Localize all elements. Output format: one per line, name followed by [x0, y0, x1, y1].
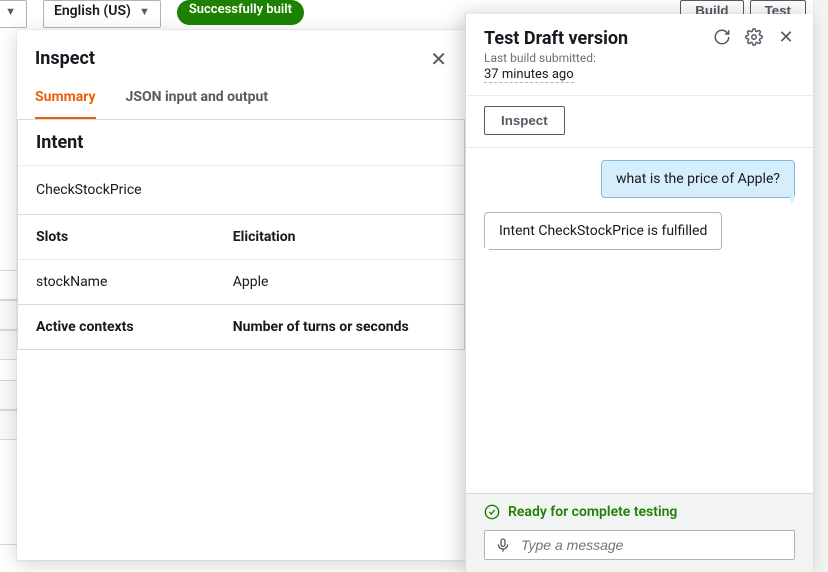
language-label: English (US) [54, 3, 131, 19]
chat-area: what is the price of Apple? Intent Check… [466, 147, 813, 493]
contexts-section: Active contexts Number of turns or secon… [17, 304, 465, 350]
tab-summary[interactable]: Summary [35, 79, 96, 119]
active-contexts-header: Active contexts [36, 319, 233, 335]
chevron-down-icon: ▼ [5, 5, 16, 18]
slot-name: stockName [36, 274, 233, 290]
close-icon[interactable]: ✕ [430, 49, 447, 69]
inspect-button[interactable]: Inspect [484, 106, 565, 135]
close-icon[interactable]: ✕ [777, 28, 795, 46]
test-title: Test Draft version [484, 28, 628, 49]
turns-header: Number of turns or seconds [233, 319, 446, 335]
intent-heading: Intent [18, 120, 464, 166]
slots-header: Slots [36, 229, 233, 245]
ready-status-text: Ready for complete testing [508, 504, 677, 520]
build-status-text: Successfully built [189, 2, 292, 17]
tab-json[interactable]: JSON input and output [126, 79, 269, 119]
language-dropdown[interactable]: English (US) ▼ [43, 0, 161, 28]
last-build-label: Last build submitted: [484, 51, 628, 65]
chat-bot-message: Intent CheckStockPrice is fulfilled [484, 212, 722, 250]
inspect-tabs: Summary JSON input and output [17, 79, 465, 120]
test-status-bar: Ready for complete testing [466, 493, 813, 572]
chevron-down-icon: ▼ [139, 5, 150, 18]
last-build-time: 37 minutes ago [484, 67, 574, 83]
test-panel: Test Draft version Last build submitted:… [465, 14, 813, 572]
chat-user-message: what is the price of Apple? [601, 160, 795, 198]
test-header: Test Draft version Last build submitted:… [466, 14, 813, 96]
intent-name: CheckStockPrice [36, 182, 446, 198]
microphone-icon[interactable] [495, 537, 511, 553]
page-scrollbar[interactable] [813, 0, 828, 572]
slots-section: Slots Elicitation stockName Apple [17, 214, 465, 305]
gear-icon[interactable] [745, 28, 763, 46]
message-input-row[interactable] [484, 530, 795, 560]
version-dropdown[interactable]: version ▼ [0, 0, 27, 28]
build-status-pill: Successfully built [177, 0, 304, 25]
inspect-title: Inspect [35, 48, 95, 69]
refresh-icon[interactable] [713, 28, 731, 46]
check-circle-icon [484, 504, 500, 520]
inspect-body: Intent CheckStockPrice Slots Elicitation… [17, 120, 465, 350]
message-input[interactable] [521, 537, 784, 553]
ready-status: Ready for complete testing [484, 504, 795, 520]
slot-value: Apple [233, 274, 446, 290]
inspect-panel: Inspect ✕ Summary JSON input and output … [17, 30, 465, 560]
elicitation-header: Elicitation [233, 229, 446, 245]
